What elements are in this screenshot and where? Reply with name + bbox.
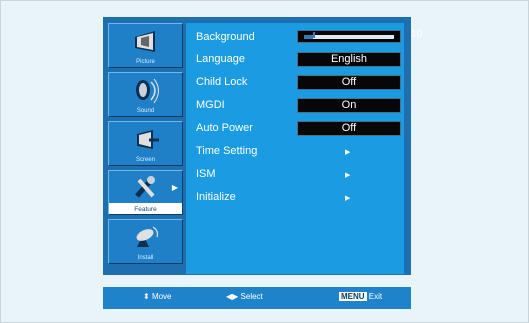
menu-item-time-setting[interactable]: Time Setting (196, 142, 257, 160)
help-bar: ⬍ Move ◀▶ Select MENU Exit (103, 287, 411, 309)
sidebar-item-label: Install (137, 255, 154, 261)
menu-key: MENU (339, 292, 367, 301)
selected-arrow-icon: ▶ (171, 183, 178, 192)
slider-track (304, 35, 394, 39)
sidebar-item-sound[interactable]: Sound (108, 72, 183, 117)
slider-knob[interactable] (313, 32, 315, 38)
sidebar-item-screen[interactable]: Screen (108, 121, 183, 166)
screen-icon (136, 130, 159, 149)
move-label: Move (151, 292, 172, 301)
ism-arrow-icon[interactable]: ▶ (345, 171, 350, 179)
initialize-arrow-icon[interactable]: ▶ (345, 194, 350, 202)
menu-item-mgdi[interactable]: MGDI (196, 96, 225, 114)
menu-item-ism[interactable]: ISM (196, 165, 216, 183)
sidebar-item-install[interactable]: Install (108, 219, 183, 264)
updown-icon: ⬍ (143, 292, 150, 301)
sidebar-item-feature[interactable]: ▶ Feature (108, 170, 183, 215)
background-value: 10 (411, 29, 423, 40)
sidebar-item-label: Feature (109, 206, 182, 213)
slider-fill (304, 35, 313, 39)
sidebar-item-label: Picture (136, 59, 155, 65)
leftright-icon: ◀▶ (226, 292, 239, 301)
child-lock-value[interactable]: Off (297, 75, 401, 90)
sidebar-item-label: Screen (135, 157, 155, 163)
move-hint: ⬍ Move (143, 292, 172, 301)
background-slider[interactable] (297, 30, 401, 43)
select-label: Select (240, 292, 263, 301)
picture-icon (134, 31, 155, 52)
mgdi-value[interactable]: On (297, 98, 401, 113)
time-setting-arrow-icon[interactable]: ▶ (345, 148, 350, 156)
menu-item-language[interactable]: Language (196, 50, 245, 68)
select-hint: ◀▶ Select (226, 292, 263, 301)
sidebar-item-picture[interactable]: Picture (108, 23, 183, 68)
menu-item-child-lock[interactable]: Child Lock (196, 73, 247, 91)
sound-icon (135, 78, 159, 104)
menu-item-initialize[interactable]: Initialize (196, 188, 236, 206)
exit-label: Exit (368, 292, 383, 301)
sidebar-item-label: Sound (136, 108, 155, 114)
exit-hint: MENU Exit (339, 292, 382, 301)
auto-power-value[interactable]: Off (297, 121, 401, 136)
install-icon (136, 226, 158, 247)
menu-item-auto-power[interactable]: Auto Power (196, 119, 253, 137)
menu-item-background[interactable]: Background (196, 28, 255, 46)
language-value[interactable]: English (297, 52, 401, 67)
feature-icon (134, 176, 155, 198)
